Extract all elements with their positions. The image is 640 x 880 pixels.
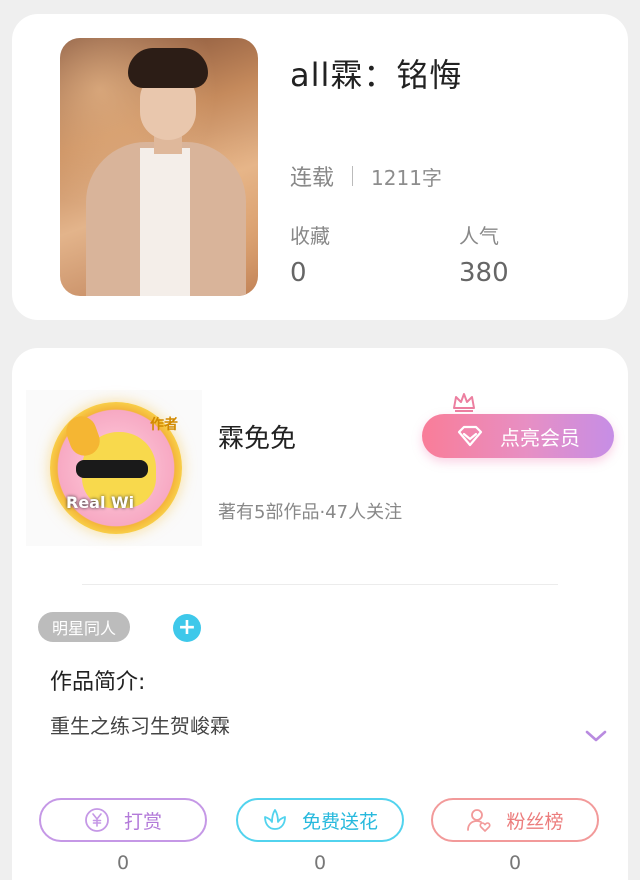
add-tag-button[interactable]: +	[173, 614, 201, 642]
flower-count: 0	[313, 852, 327, 874]
tag-chip[interactable]: 明星同人	[38, 612, 131, 642]
diamond-icon	[457, 425, 483, 447]
favorites-value: 0	[290, 258, 307, 288]
book-word-count: 1211字	[371, 165, 442, 190]
book-title: all霖：铭悔	[290, 56, 463, 94]
author-info-card: 作者 Real Wi 霖免免 著有5部作品·47人关注 点亮会员 明星同人 + …	[12, 348, 628, 880]
fan-ranking-button[interactable]: 粉丝榜	[431, 798, 599, 842]
status-divider	[352, 166, 354, 186]
fans-label: 粉丝榜	[506, 810, 564, 833]
avatar-caption: Real Wi	[66, 493, 135, 512]
vip-activate-button[interactable]: 点亮会员	[422, 414, 614, 458]
intro-title: 作品简介:	[50, 670, 146, 695]
user-heart-icon	[467, 809, 491, 832]
author-name[interactable]: 霖免免	[218, 418, 296, 455]
free-flower-button[interactable]: 免费送花	[236, 798, 404, 842]
cover-shirt	[140, 148, 190, 296]
flower-label: 免费送花	[301, 810, 378, 833]
intro-text: 重生之练习生贺峻霖	[50, 714, 230, 738]
favorites-label: 收藏	[290, 224, 330, 248]
avatar-sunglasses	[76, 460, 148, 478]
book-status: 连载	[290, 166, 335, 191]
cover-hair	[128, 48, 208, 88]
popularity-label: 人气	[459, 224, 499, 248]
tip-count: 0	[116, 852, 130, 874]
book-cover-image[interactable]	[60, 38, 258, 296]
vip-button-label: 点亮会员	[500, 425, 580, 450]
flower-icon	[264, 809, 286, 830]
crown-icon	[453, 393, 475, 412]
chevron-down-icon[interactable]	[584, 728, 608, 744]
book-info-card: all霖：铭悔 连载 1211字 收藏 0 人气 380	[12, 14, 628, 320]
tip-label: 打赏	[123, 810, 162, 833]
popularity-value: 380	[459, 258, 509, 288]
author-badge: 作者	[150, 417, 178, 433]
book-status-row: 连载 1211字	[290, 160, 442, 192]
author-avatar-area[interactable]: 作者 Real Wi	[26, 390, 202, 546]
fans-count: 0	[508, 852, 522, 874]
yen-icon	[85, 808, 109, 832]
section-divider	[82, 584, 558, 585]
author-avatar[interactable]: 作者 Real Wi	[50, 402, 182, 534]
tip-button[interactable]: 打赏	[39, 798, 207, 842]
author-meta: 著有5部作品·47人关注	[218, 502, 403, 523]
